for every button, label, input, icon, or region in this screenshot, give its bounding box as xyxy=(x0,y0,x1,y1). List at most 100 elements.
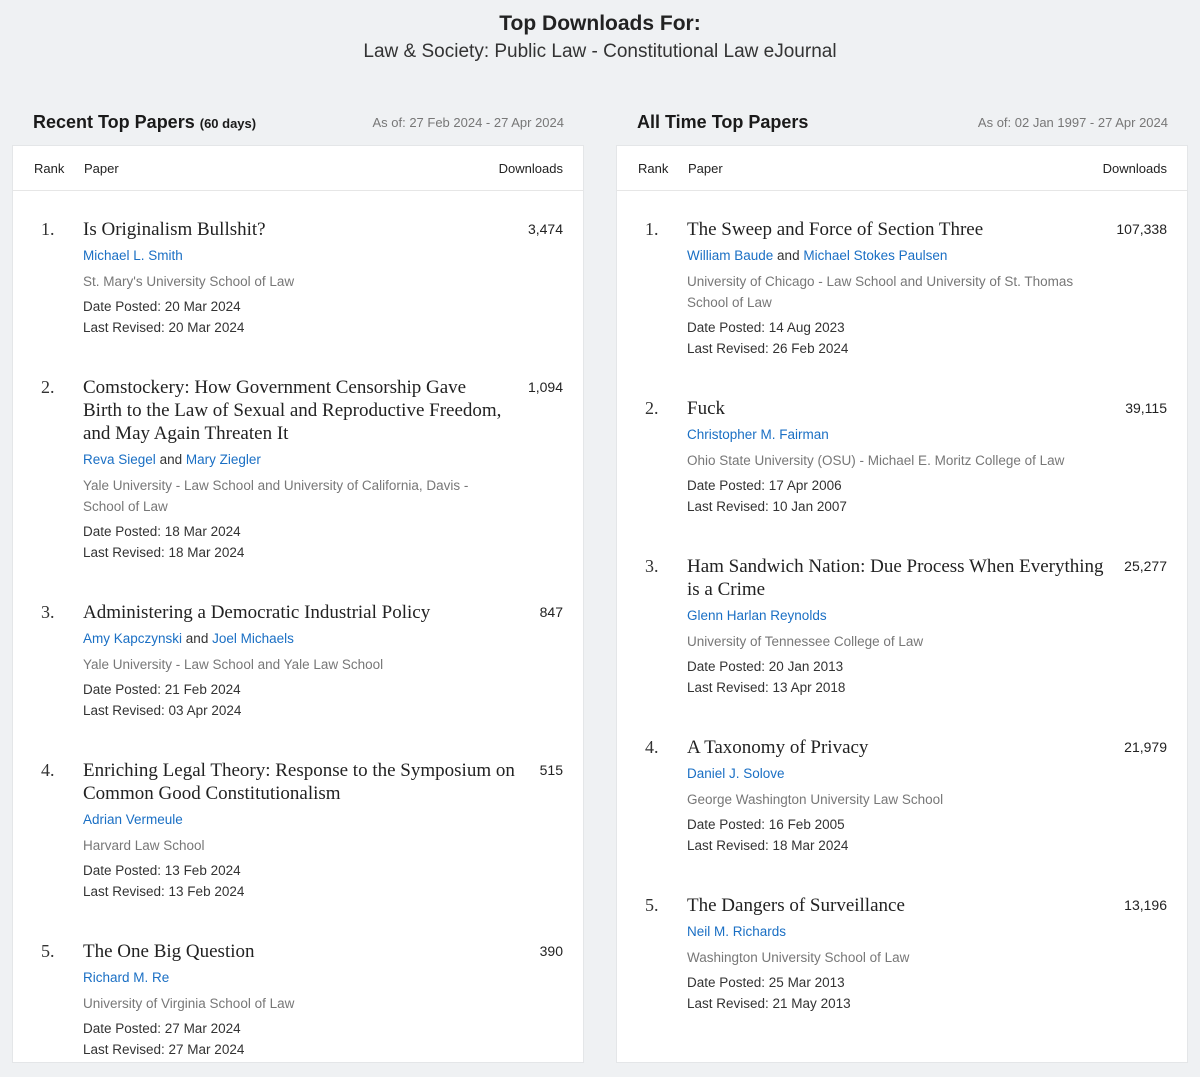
all-time-top-papers-section: All Time Top Papers As of: 02 Jan 1997 -… xyxy=(616,100,1188,1063)
last-revised: Last Revised: 13 Apr 2018 xyxy=(687,679,846,695)
download-count: 39,115 xyxy=(1125,400,1167,416)
paper-rank: 1. xyxy=(645,219,659,239)
paper-title-link[interactable]: The Sweep and Force of Section Three xyxy=(687,218,1096,241)
paper-dates: Date Posted: 21 Feb 2024 Last Revised: 03… xyxy=(83,680,520,721)
paper-affiliation: George Washington University Law School xyxy=(687,792,944,807)
paper-dates: Date Posted: 13 Feb 2024 Last Revised: 13… xyxy=(83,861,520,902)
paper-details: Administering a Democratic Industrial Po… xyxy=(83,601,540,721)
paper-affiliation: University of Chicago - Law School and U… xyxy=(687,274,1074,310)
paper-details: The Sweep and Force of Section Three Will… xyxy=(687,218,1116,359)
author-link[interactable]: Glenn Harlan Reynolds xyxy=(687,608,827,623)
papers-list: 1. The Sweep and Force of Section Three Wi… xyxy=(617,191,1187,1033)
paper-authors: Glenn Harlan Reynolds xyxy=(687,606,1104,626)
paper-title-link[interactable]: Is Originalism Bullshit? xyxy=(83,218,508,241)
paper-entry: 1. The Sweep and Force of Section Three Wi… xyxy=(617,199,1187,378)
paper-details: Is Originalism Bullshit? Michael L. Smith… xyxy=(83,218,528,338)
date-posted: Date Posted: 21 Feb 2024 xyxy=(83,682,241,697)
date-posted: Date Posted: 16 Feb 2005 xyxy=(687,817,845,832)
download-count: 13,196 xyxy=(1124,897,1167,913)
papers-list: 1. Is Originalism Bullshit? Michael L. Smi… xyxy=(13,191,583,1062)
as-of-range: As of: 27 Feb 2024 - 27 Apr 2024 xyxy=(372,115,564,130)
paper-details: A Taxonomy of Privacy Daniel J. Solove Geo… xyxy=(687,736,1124,856)
paper-rank: 4. xyxy=(645,737,659,757)
paper-dates: Date Posted: 25 Mar 2013 Last Revised: 21… xyxy=(687,973,1104,1014)
paper-affiliation: Yale University - Law School and Univers… xyxy=(83,478,469,514)
paper-title-link[interactable]: Fuck xyxy=(687,397,1105,420)
author-link[interactable]: Amy Kapczynski xyxy=(83,631,182,646)
download-count: 21,979 xyxy=(1124,739,1167,755)
paper-authors: Adrian Vermeule xyxy=(83,810,520,830)
paper-rank: 4. xyxy=(41,760,55,780)
paper-details: The Dangers of Surveillance Neil M. Richa… xyxy=(687,894,1124,1014)
paper-title-link[interactable]: The One Big Question xyxy=(83,940,520,963)
paper-details: Ham Sandwich Nation: Due Process When Ev… xyxy=(687,555,1124,698)
author-joiner: and xyxy=(777,248,800,263)
last-revised: Last Revised: 10 Jan 2007 xyxy=(687,498,847,514)
paper-title-link[interactable]: A Taxonomy of Privacy xyxy=(687,736,1104,759)
paper-authors: Reva Siegel and Mary Ziegler xyxy=(83,450,508,470)
paper-authors: Christopher M. Fairman xyxy=(687,425,1105,445)
paper-entry: 5. The Dangers of Surveillance Neil M. Ric… xyxy=(617,875,1187,1033)
page-title: Top Downloads For: xyxy=(499,12,701,35)
author-link[interactable]: Michael Stokes Paulsen xyxy=(803,248,947,263)
papers-table: Rank Paper Downloads 1. Is Originalism Bu… xyxy=(12,145,584,1063)
paper-dates: Date Posted: 18 Mar 2024 Last Revised: 18… xyxy=(83,522,508,563)
section-title-text: Recent Top Papers xyxy=(33,112,195,132)
author-link[interactable]: Richard M. Re xyxy=(83,970,169,985)
section-title: Recent Top Papers (60 days) xyxy=(33,112,256,133)
paper-authors: Neil M. Richards xyxy=(687,922,1104,942)
paper-title-link[interactable]: Comstockery: How Government Censorship G… xyxy=(83,376,508,445)
author-link[interactable]: William Baude xyxy=(687,248,773,263)
author-link[interactable]: Joel Michaels xyxy=(212,631,294,646)
paper-dates: Date Posted: 17 Apr 2006 Last Revised: 10… xyxy=(687,476,1105,517)
paper-authors: Richard M. Re xyxy=(83,968,520,988)
paper-rank: 3. xyxy=(41,602,55,622)
paper-affiliation: Yale University - Law School and Yale La… xyxy=(83,657,384,672)
author-link[interactable]: Michael L. Smith xyxy=(83,248,183,263)
paper-dates: Date Posted: 27 Mar 2024 Last Revised: 27… xyxy=(83,1019,520,1060)
paper-rank: 2. xyxy=(41,377,55,397)
download-count: 25,277 xyxy=(1124,558,1167,574)
download-count: 3,474 xyxy=(527,221,563,237)
last-revised: Last Revised: 18 Mar 2024 xyxy=(83,544,245,560)
paper-title-link[interactable]: The Dangers of Surveillance xyxy=(687,894,1104,917)
as-of-range: As of: 02 Jan 1997 - 27 Apr 2024 xyxy=(977,115,1168,130)
paper-entry: 4. A Taxonomy of Privacy Daniel J. Solove G… xyxy=(617,717,1187,875)
download-count: 390 xyxy=(539,943,563,959)
paper-dates: Date Posted: 20 Mar 2024 Last Revised: 20… xyxy=(83,297,508,338)
section-title-text: All Time Top Papers xyxy=(637,112,809,132)
last-revised: Last Revised: 27 Mar 2024 xyxy=(83,1041,245,1057)
author-joiner: and xyxy=(185,631,209,646)
author-link[interactable]: Adrian Vermeule xyxy=(83,812,183,827)
paper-details: Comstockery: How Government Censorship G… xyxy=(83,376,528,563)
paper-details: The One Big Question Richard M. Re Univers… xyxy=(83,940,540,1060)
download-count: 107,338 xyxy=(1116,221,1167,237)
author-link[interactable]: Daniel J. Solove xyxy=(687,766,785,781)
paper-header: Paper xyxy=(84,160,119,176)
paper-title-link[interactable]: Ham Sandwich Nation: Due Process When Ev… xyxy=(687,555,1104,601)
download-count: 847 xyxy=(539,604,563,620)
download-count: 515 xyxy=(539,762,563,778)
paper-title-link[interactable]: Administering a Democratic Industrial Po… xyxy=(83,601,520,624)
paper-details: Enriching Legal Theory: Response to the … xyxy=(83,759,540,902)
author-link[interactable]: Reva Siegel xyxy=(83,452,156,467)
paper-entry: 1. Is Originalism Bullshit? Michael L. Smi… xyxy=(13,199,583,357)
paper-dates: Date Posted: 20 Jan 2013 Last Revised: 13… xyxy=(687,657,1104,698)
last-revised: Last Revised: 20 Mar 2024 xyxy=(83,319,245,335)
author-link[interactable]: Neil M. Richards xyxy=(687,924,786,939)
table-header: Rank Paper Downloads xyxy=(617,146,1187,191)
section-title: All Time Top Papers xyxy=(637,112,808,133)
paper-title-link[interactable]: Enriching Legal Theory: Response to the … xyxy=(83,759,520,805)
date-posted: Date Posted: 20 Mar 2024 xyxy=(83,299,241,314)
author-link[interactable]: Mary Ziegler xyxy=(186,452,261,467)
rank-header: Rank xyxy=(34,160,65,176)
paper-affiliation: Washington University School of Law xyxy=(687,950,910,965)
paper-authors: Daniel J. Solove xyxy=(687,764,1104,784)
author-link[interactable]: Christopher M. Fairman xyxy=(687,427,829,442)
date-posted: Date Posted: 14 Aug 2023 xyxy=(687,320,845,335)
section-title-suffix: (60 days) xyxy=(199,116,257,131)
paper-affiliation: Ohio State University (OSU) - Michael E.… xyxy=(687,453,1065,468)
paper-entry: 5. The One Big Question Richard M. Re Unive… xyxy=(13,921,583,1062)
paper-rank: 5. xyxy=(41,941,55,961)
downloads-header: Downloads xyxy=(1102,160,1167,176)
